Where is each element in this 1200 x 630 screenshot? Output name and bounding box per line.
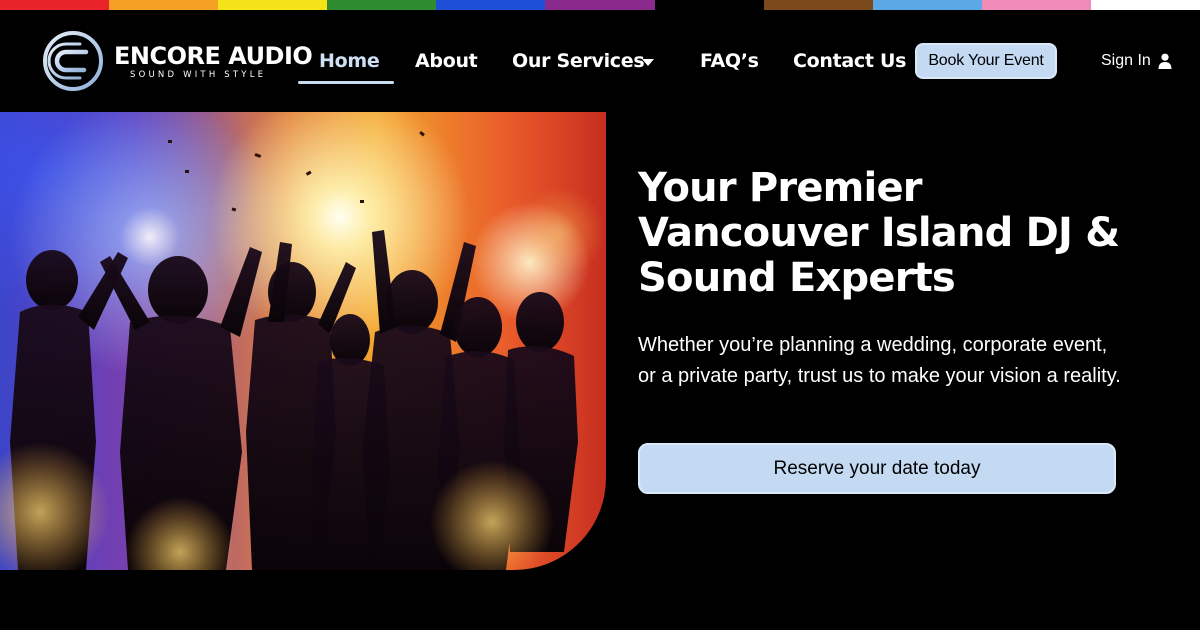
hero-title-line: Vancouver Island DJ & — [638, 210, 1120, 256]
rainbow-segment — [109, 0, 219, 10]
book-event-button[interactable]: Book Your Event — [915, 43, 1057, 79]
nav-faqs[interactable]: FAQ’s — [700, 50, 759, 72]
site-header: ENCORE AUDIO SOUND WITH STYLE Home About… — [0, 10, 1200, 112]
hero-image — [0, 112, 606, 570]
rainbow-strip — [0, 0, 1200, 10]
rainbow-segment — [436, 0, 546, 10]
reserve-date-button[interactable]: Reserve your date today — [638, 443, 1116, 494]
hero-title-line: Your Premier — [638, 165, 923, 211]
nav-home[interactable]: Home — [319, 50, 380, 72]
sign-in-label: Sign In — [1101, 52, 1151, 69]
hero-title: Your Premier Vancouver Island DJ & Sound… — [638, 166, 1178, 301]
active-nav-indicator — [298, 81, 394, 84]
nav-contact-us[interactable]: Contact Us — [793, 50, 906, 72]
rainbow-segment — [327, 0, 437, 10]
hero-title-line: Sound Experts — [638, 255, 956, 301]
rainbow-segment — [0, 0, 110, 10]
user-icon — [1158, 53, 1172, 69]
crowd-silhouette-image — [0, 130, 605, 570]
nav-our-services[interactable]: Our Services — [512, 50, 645, 72]
rainbow-segment — [218, 0, 328, 10]
rainbow-segment — [872, 0, 982, 10]
rainbow-segment — [1090, 0, 1200, 10]
sign-in-link[interactable]: Sign In — [1101, 52, 1172, 70]
rainbow-segment — [545, 0, 655, 10]
rainbow-segment — [981, 0, 1091, 10]
hero-subtitle: Whether you’re planning a wedding, corpo… — [638, 334, 1121, 387]
nav-about[interactable]: About — [415, 50, 478, 72]
rainbow-segment — [763, 0, 873, 10]
rainbow-segment — [654, 0, 764, 10]
chevron-down-icon[interactable] — [642, 59, 654, 66]
